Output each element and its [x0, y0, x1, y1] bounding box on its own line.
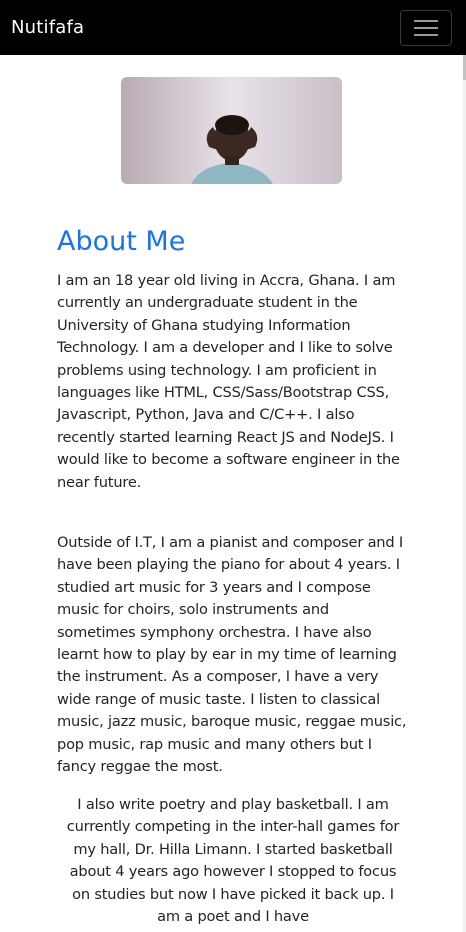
navbar: Nutifafa — [0, 0, 466, 55]
about-paragraph: I also write poetry and play basketball.… — [66, 796, 400, 926]
about-heading: About Me — [57, 226, 186, 257]
navbar-toggler-button[interactable] — [400, 9, 452, 46]
hamburger-icon — [413, 18, 439, 38]
about-paragraph: Outside of I.T, I am a pianist and compo… — [57, 534, 407, 776]
profile-photo — [121, 77, 342, 184]
brand-link[interactable]: Nutifafa — [11, 17, 84, 38]
about-paragraph: I am an 18 year old living in Accra, Gha… — [57, 272, 400, 491]
